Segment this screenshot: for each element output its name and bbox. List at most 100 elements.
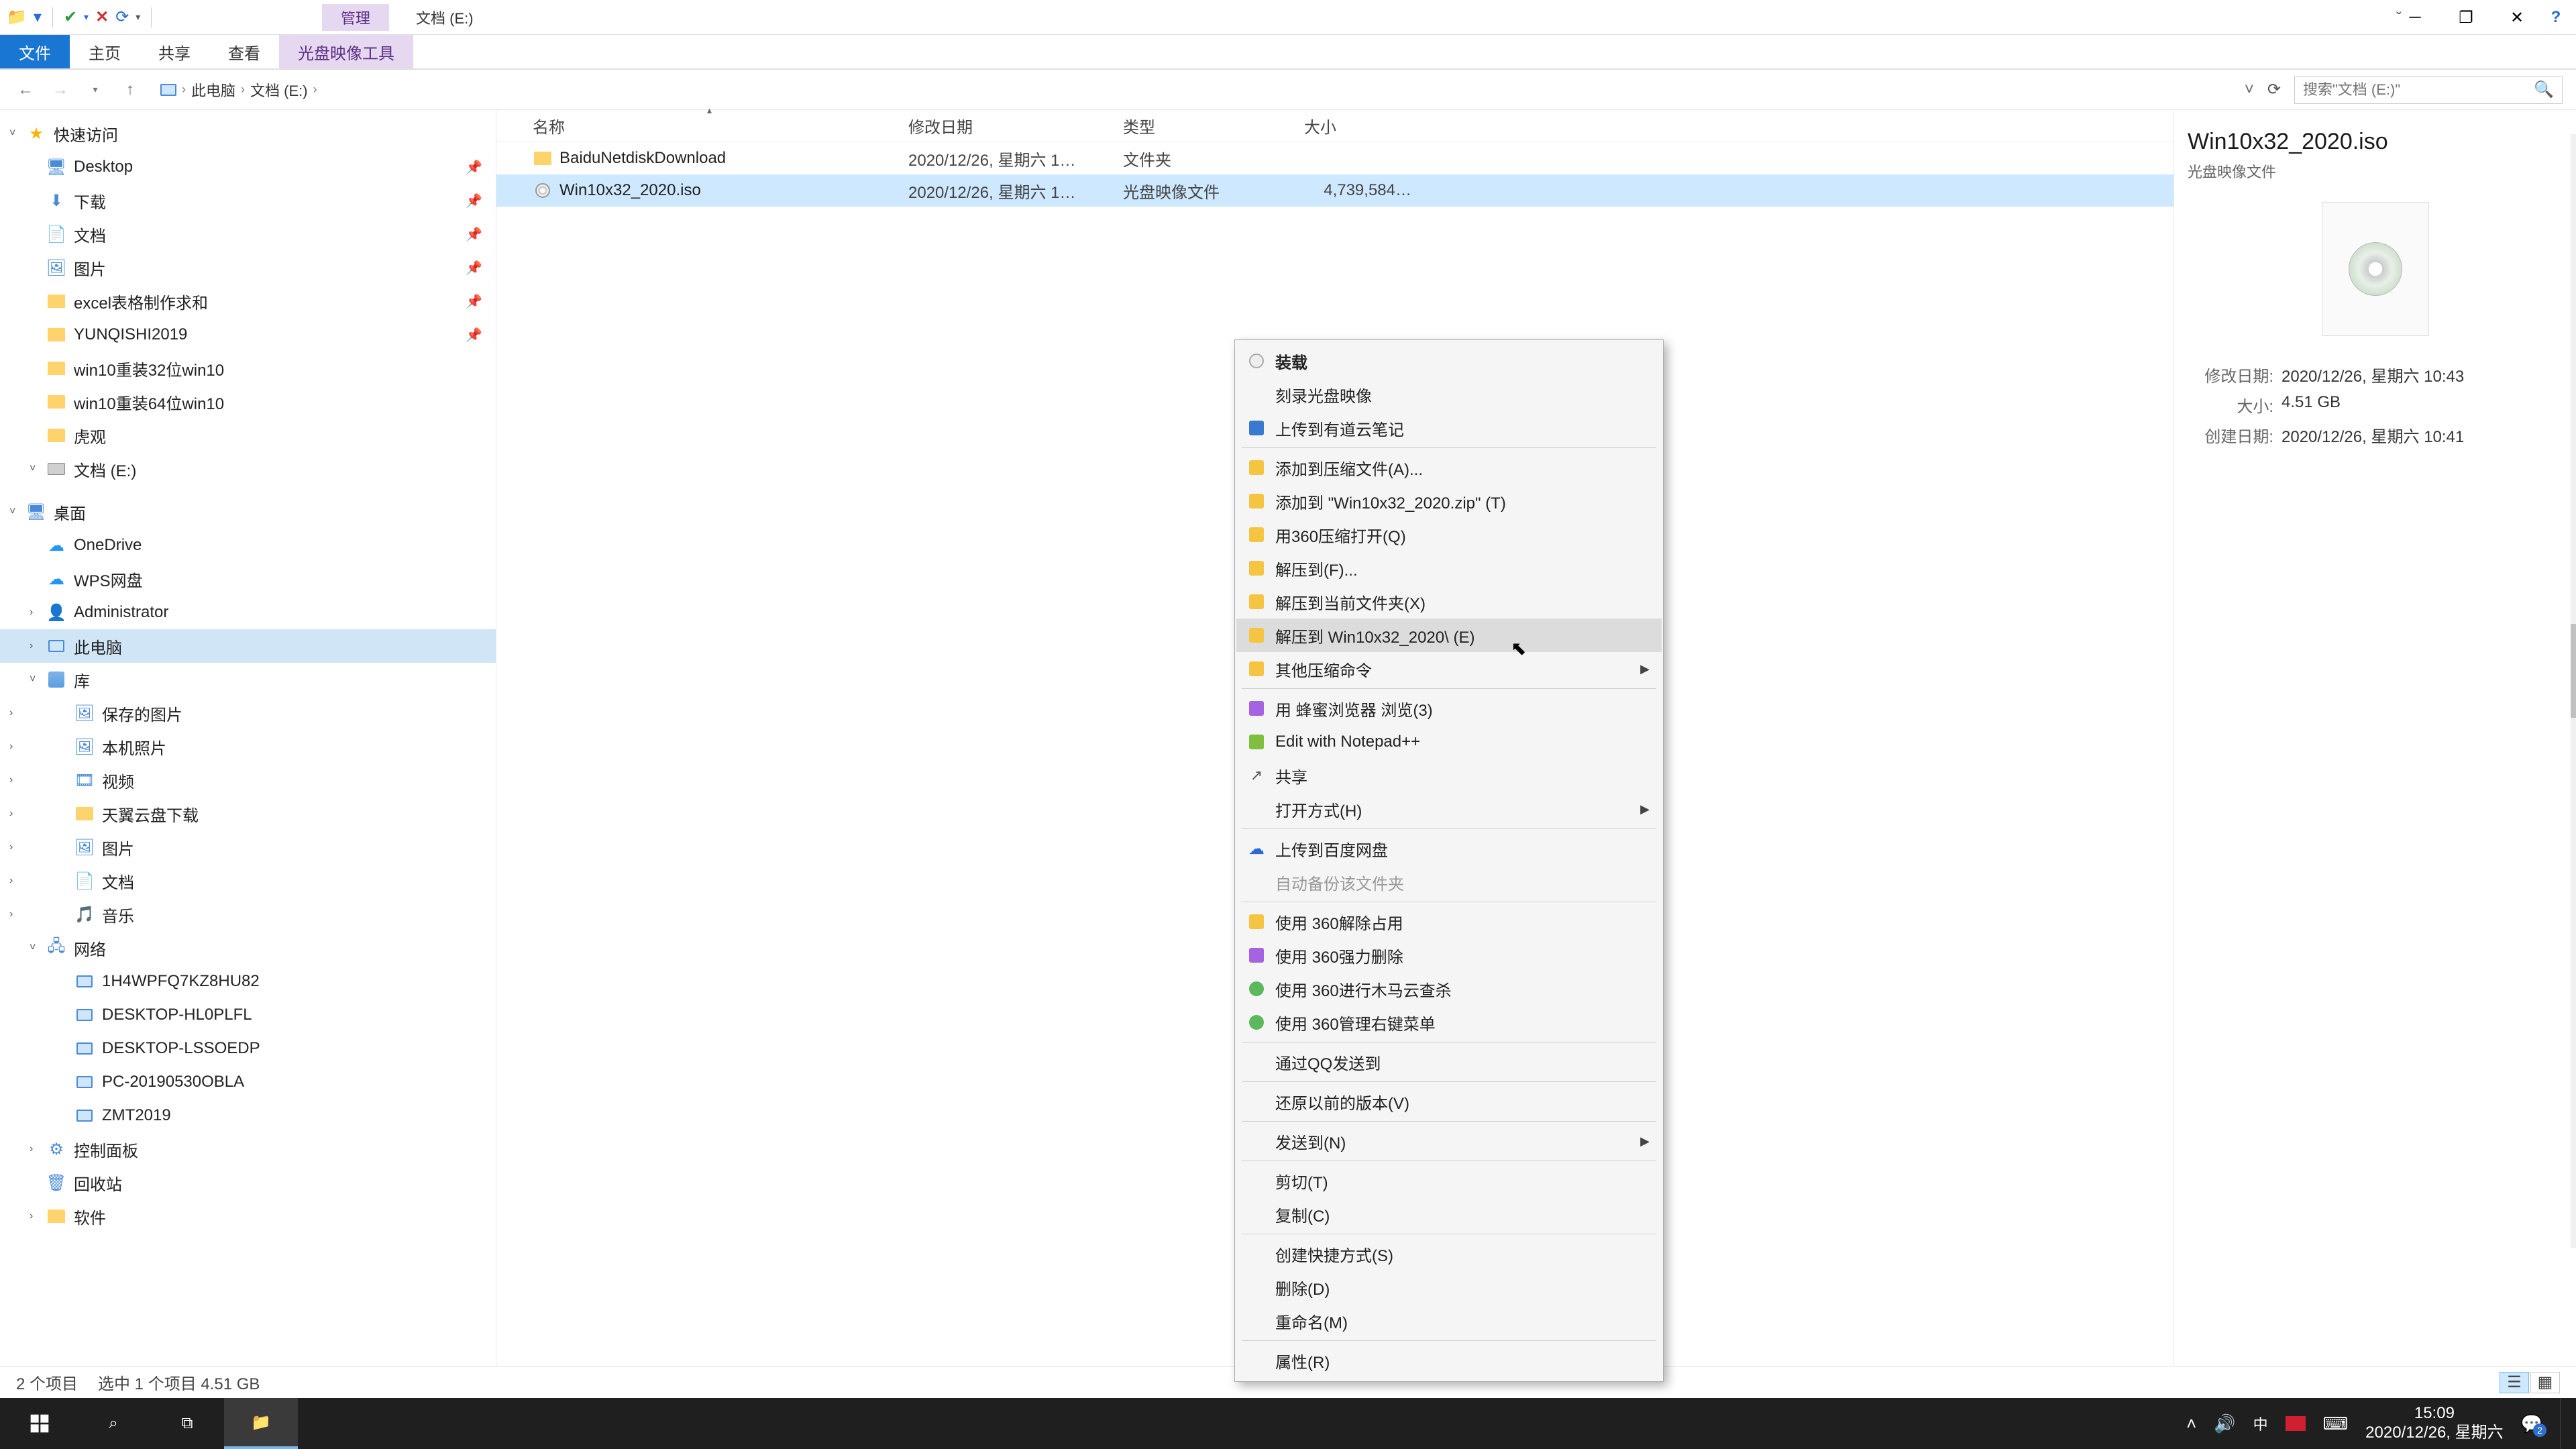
context-menu-item[interactable]: 使用 360进行木马云查杀 <box>1236 972 1662 1006</box>
context-menu-item[interactable]: 使用 360管理右键菜单 <box>1236 1006 1662 1039</box>
up-button[interactable]: ↑ <box>118 78 142 102</box>
context-menu-item[interactable]: 刻录光盘映像 <box>1236 378 1662 411</box>
tab-view[interactable]: 查看 <box>209 35 279 68</box>
context-menu-item[interactable]: 还原以前的版本(V) <box>1236 1085 1662 1118</box>
refresh-icon[interactable]: ⟳ <box>2267 80 2281 99</box>
context-menu-item[interactable]: 使用 360解除占用 <box>1236 905 1662 938</box>
column-size[interactable]: 大小 <box>1304 114 1438 138</box>
context-menu-item[interactable]: 打开方式(H)▶ <box>1236 792 1662 826</box>
tree-documents[interactable]: 📄文档📌 <box>0 217 496 251</box>
tree-item[interactable]: ›🎵音乐 <box>0 898 496 931</box>
maximize-button[interactable]: ❐ <box>2440 0 2491 35</box>
tree-item[interactable]: 1H4WPFQ7KZ8HU82 <box>0 965 496 998</box>
context-menu-item[interactable]: ☁上传到百度网盘 <box>1236 832 1662 865</box>
recent-dropdown-icon[interactable]: ▾ <box>83 78 107 102</box>
breadcrumb[interactable]: › 此电脑 › 文档 (E:) › <box>153 76 2234 104</box>
tree-admin[interactable]: ›👤Administrator <box>0 596 496 629</box>
flag-icon[interactable] <box>2286 1416 2306 1431</box>
tree-desktop[interactable]: 🖥Desktop📌 <box>0 150 496 184</box>
tab-file[interactable]: 文件 <box>0 35 70 68</box>
scrollbar[interactable] <box>2571 134 2576 1248</box>
details-view-button[interactable]: ☰ <box>2500 1372 2529 1393</box>
file-row[interactable]: BaiduNetdiskDownload2020/12/26, 星期六 1…文件… <box>496 142 2174 174</box>
tree-recycle[interactable]: 🗑回收站 <box>0 1166 496 1199</box>
tree-control-panel[interactable]: ›⚙控制面板 <box>0 1132 496 1166</box>
context-menu-item[interactable]: 解压到 Win10x32_2020\ (E) <box>1236 619 1662 652</box>
context-menu-item[interactable]: 解压到(F)... <box>1236 551 1662 585</box>
context-menu-item[interactable]: 添加到 "Win10x32_2020.zip" (T) <box>1236 484 1662 518</box>
context-menu-item[interactable]: 发送到(N)▶ <box>1236 1124 1662 1158</box>
qat-dropdown-icon[interactable]: ▾ <box>136 11 140 23</box>
tree-item[interactable]: win10重装32位win10 <box>0 352 496 385</box>
icons-view-button[interactable]: ▦ <box>2530 1372 2560 1393</box>
address-history-icon[interactable]: ˅ <box>2245 80 2254 99</box>
search-icon[interactable]: 🔍 <box>2534 80 2554 99</box>
task-view-button[interactable]: ⧉ <box>150 1398 224 1449</box>
file-list[interactable]: 名称 修改日期 类型 大小 BaiduNetdiskDownload2020/1… <box>496 110 2174 1366</box>
tree-item[interactable]: ›🎞视频 <box>0 763 496 797</box>
tree-desktop-root[interactable]: ˅🖥桌面 <box>0 495 496 529</box>
context-menu-item[interactable]: 重命名(M) <box>1236 1304 1662 1338</box>
context-menu-item[interactable]: 其他压缩命令▶ <box>1236 652 1662 686</box>
ribbon-collapse-icon[interactable]: ˇ <box>2396 9 2402 28</box>
breadcrumb-this-pc[interactable]: 此电脑 <box>191 79 235 101</box>
tree-item[interactable]: ZMT2019 <box>0 1099 496 1132</box>
search-button[interactable]: ⌕ <box>76 1398 150 1449</box>
close-button[interactable]: ✕ <box>2491 0 2542 35</box>
tree-item[interactable]: YUNQISHI2019📌 <box>0 318 496 352</box>
column-type[interactable]: 类型 <box>1123 114 1304 138</box>
file-row[interactable]: Win10x32_2020.iso2020/12/26, 星期六 1…光盘映像文… <box>496 174 2174 207</box>
context-menu-item[interactable]: 使用 360强力删除 <box>1236 938 1662 972</box>
tree-item[interactable]: DESKTOP-LSSOEDP <box>0 1032 496 1065</box>
tree-item[interactable]: ›软件 <box>0 1199 496 1233</box>
tree-quick-access[interactable]: ˅★快速访问 <box>0 117 496 150</box>
explorer-taskbar-button[interactable]: 📁 <box>224 1398 298 1449</box>
scrollbar-thumb[interactable] <box>2571 624 2576 718</box>
tree-pictures[interactable]: 🖼图片📌 <box>0 251 496 284</box>
tray-expand-icon[interactable]: ˄ <box>2186 1413 2196 1434</box>
tree-network[interactable]: ˅🖧网络 <box>0 931 496 965</box>
tree-item[interactable]: excel表格制作求和📌 <box>0 284 496 318</box>
tab-share[interactable]: 共享 <box>140 35 209 68</box>
column-headers[interactable]: 名称 修改日期 类型 大小 <box>496 110 2174 142</box>
breadcrumb-pc-icon[interactable] <box>160 84 176 96</box>
tree-item[interactable]: DESKTOP-HL0PLFL <box>0 998 496 1032</box>
tree-item[interactable]: 虎观 <box>0 419 496 452</box>
tree-downloads[interactable]: ⬇下载📌 <box>0 184 496 217</box>
navigation-tree[interactable]: ˅★快速访问 🖥Desktop📌 ⬇下载📌 📄文档📌 🖼图片📌 excel表格制… <box>0 110 496 1366</box>
tab-disc-tools[interactable]: 光盘映像工具 <box>279 35 413 68</box>
keyboard-icon[interactable]: ⌨ <box>2323 1413 2349 1434</box>
chevron-right-icon[interactable]: › <box>241 83 245 97</box>
tree-item[interactable]: PC-20190530OBLA <box>0 1065 496 1099</box>
back-button[interactable]: ← <box>13 78 38 102</box>
tree-item[interactable]: ˅文档 (E:) <box>0 452 496 486</box>
forward-button[interactable]: → <box>48 78 72 102</box>
tree-this-pc[interactable]: ›此电脑 <box>0 629 496 663</box>
context-menu-item[interactable]: 通过QQ发送到 <box>1236 1045 1662 1079</box>
show-desktop-button[interactable] <box>2560 1398 2567 1449</box>
tree-wps[interactable]: ☁WPS网盘 <box>0 562 496 596</box>
context-menu-item[interactable]: 上传到有道云笔记 <box>1236 411 1662 445</box>
ime-icon[interactable]: 中 <box>2253 1413 2268 1434</box>
context-menu-item[interactable]: 剪切(T) <box>1236 1164 1662 1197</box>
tree-item[interactable]: win10重装64位win10 <box>0 385 496 419</box>
column-name[interactable]: 名称 <box>533 114 908 138</box>
notifications-icon[interactable]: 💬2 <box>2521 1413 2542 1434</box>
tab-home[interactable]: 主页 <box>70 35 140 68</box>
chevron-right-icon[interactable]: › <box>313 83 317 97</box>
search-box[interactable]: 🔍 <box>2294 76 2563 104</box>
tree-item[interactable]: ›天翼云盘下载 <box>0 797 496 830</box>
context-menu-item[interactable]: Edit with Notepad++ <box>1236 725 1662 759</box>
context-menu-item[interactable]: 装载 <box>1236 344 1662 378</box>
close-icon[interactable]: ✕ <box>95 7 109 27</box>
refresh-icon[interactable]: ⟳ <box>115 7 129 27</box>
context-menu-item[interactable]: 添加到压缩文件(A)... <box>1236 451 1662 484</box>
breadcrumb-drive[interactable]: 文档 (E:) <box>250 79 308 101</box>
volume-icon[interactable]: 🔊 <box>2214 1413 2235 1434</box>
qat-expand-icon[interactable]: ▾ <box>34 7 42 27</box>
tree-item[interactable]: ›🖼本机照片 <box>0 730 496 763</box>
tree-item[interactable]: ›🖼图片 <box>0 830 496 864</box>
checkmark-icon[interactable]: ✔ <box>64 7 77 27</box>
qat-expand-icon[interactable]: ▾ <box>84 11 89 23</box>
tree-onedrive[interactable]: ☁OneDrive <box>0 529 496 562</box>
